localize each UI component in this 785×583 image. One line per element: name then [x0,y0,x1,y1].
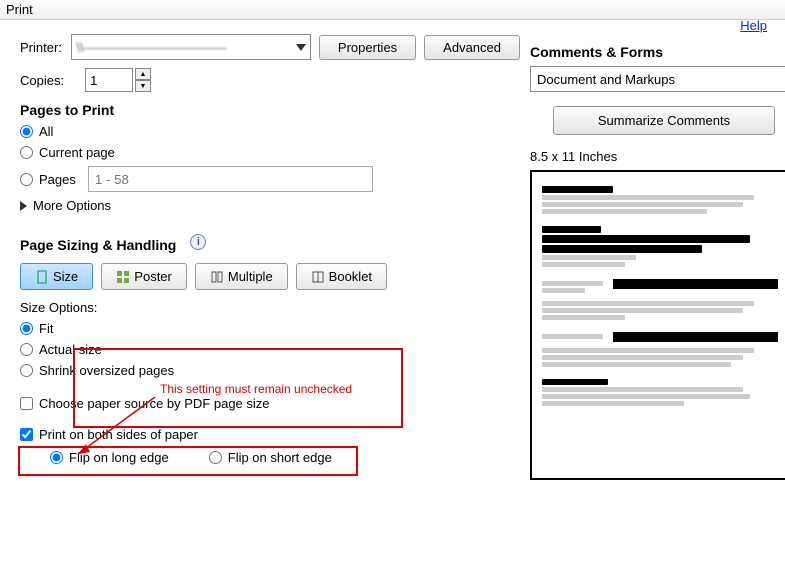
printer-value: \\——————————— [76,40,226,55]
copies-input[interactable] [85,68,133,92]
shrink-label: Shrink oversized pages [39,363,174,378]
preview-pane [530,170,785,480]
comments-title: Comments & Forms [530,44,785,60]
fit-label: Fit [39,321,53,336]
size-button[interactable]: Size [20,263,93,290]
window-title: Print [0,0,785,20]
multiple-button[interactable]: Multiple [195,263,288,290]
pages-to-print-title: Pages to Print [20,102,520,118]
comments-select-value: Document and Markups [537,72,675,87]
actual-size-radio[interactable] [20,343,33,356]
triangle-right-icon [20,201,27,211]
flip-short-label: Flip on short edge [228,450,332,465]
pages-all-radio[interactable] [20,125,33,138]
pages-range-label: Pages [39,172,76,187]
copies-label: Copies: [20,73,85,88]
paper-source-checkbox[interactable] [20,397,33,410]
sizing-title: Page Sizing & Handling [20,237,176,253]
preview-dimensions: 8.5 x 11 Inches [530,149,785,164]
info-icon[interactable]: i [190,234,206,250]
pages-current-radio[interactable] [20,146,33,159]
flip-long-radio[interactable] [50,451,63,464]
pages-range-input[interactable] [88,166,373,192]
comments-select[interactable]: Document and Markups [530,66,785,92]
actual-size-label: Actual size [39,342,102,357]
shrink-radio[interactable] [20,364,33,377]
pages-icon [210,270,224,284]
booklet-button[interactable]: Booklet [296,263,387,290]
pages-range-radio[interactable] [20,173,33,186]
printer-label: Printer: [20,40,71,55]
size-options-label: Size Options: [20,300,520,315]
properties-button[interactable]: Properties [319,35,416,60]
more-options-toggle[interactable]: More Options [20,198,520,213]
fit-radio[interactable] [20,322,33,335]
pages-all-label: All [39,124,53,139]
flip-short-radio[interactable] [209,451,222,464]
paper-source-label: Choose paper source by PDF page size [39,396,270,411]
book-icon [311,270,325,284]
duplex-checkbox[interactable] [20,428,33,441]
printer-select[interactable]: \\——————————— [71,34,310,60]
more-options-label: More Options [33,198,111,213]
copies-down-button[interactable]: ▼ [135,80,151,92]
advanced-button[interactable]: Advanced [424,35,520,60]
page-icon [35,270,49,284]
grid-icon [116,270,130,284]
copies-up-button[interactable]: ▲ [135,68,151,80]
chevron-down-icon [296,44,306,51]
summarize-comments-button[interactable]: Summarize Comments [553,106,775,135]
duplex-label: Print on both sides of paper [39,427,198,442]
poster-button[interactable]: Poster [101,263,187,290]
flip-long-label: Flip on long edge [69,450,169,465]
pages-current-label: Current page [39,145,115,160]
